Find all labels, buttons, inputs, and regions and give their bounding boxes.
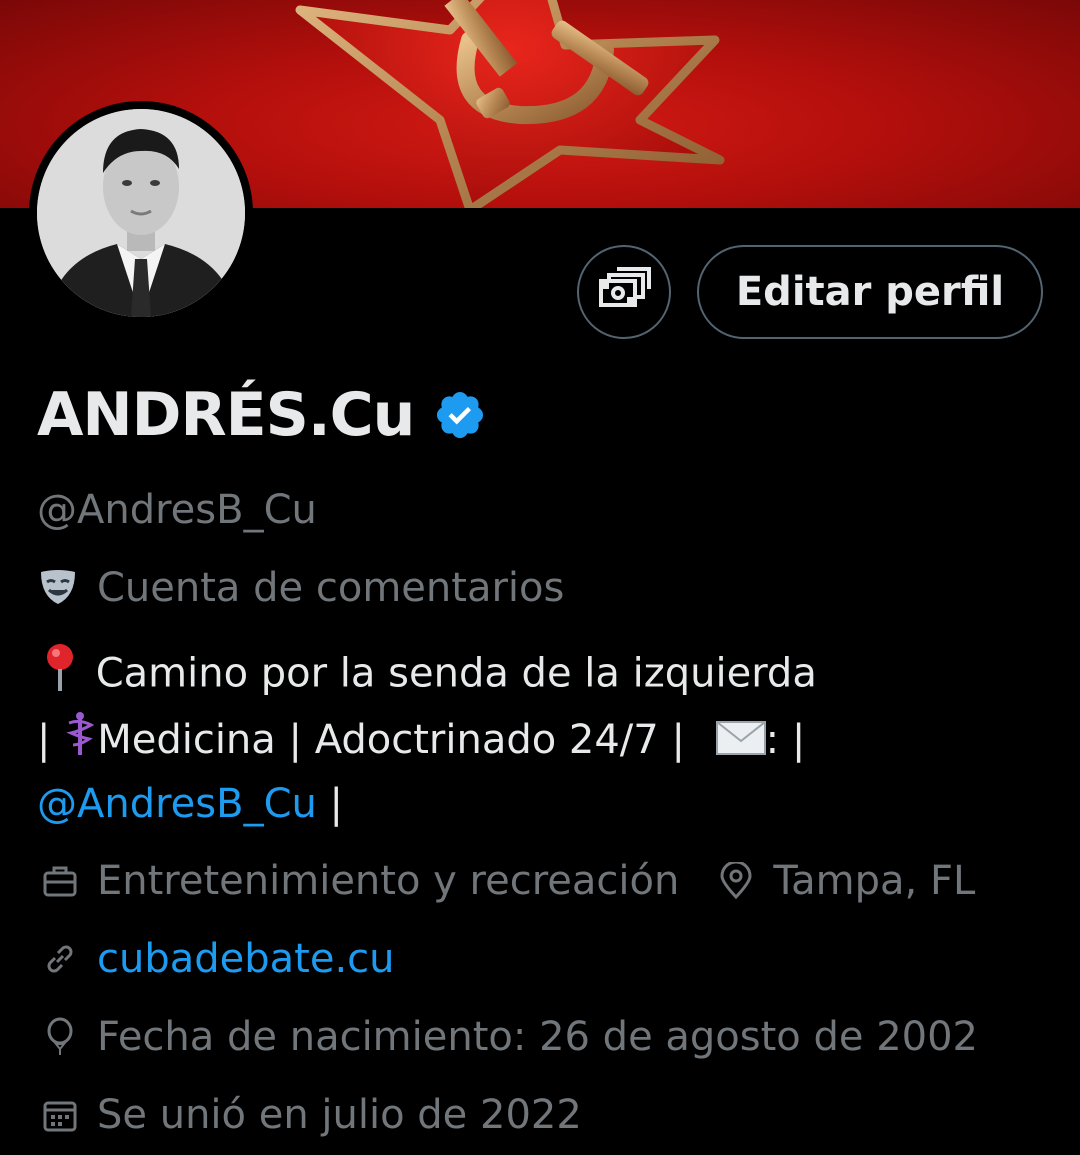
balloon-icon (37, 1014, 83, 1060)
avatar-photo (37, 109, 245, 317)
category-label: Cuenta de comentarios (97, 565, 565, 611)
profile-meta-birthdate: Fecha de nacimiento: 26 de agosto de 200… (37, 1014, 978, 1060)
bio-text-3: : | (765, 717, 806, 763)
profile-meta-joined: Se unió en julio de 2022 (37, 1092, 582, 1138)
money-icon (597, 267, 651, 317)
link-icon (37, 936, 83, 982)
bio-text-4: | (316, 780, 344, 827)
location-pin-icon (713, 858, 759, 904)
location-label: Tampa, FL (773, 858, 976, 904)
medical-symbol-icon (63, 711, 97, 774)
bio-mention-link[interactable]: @AndresB_Cu (37, 781, 317, 827)
bio-line-2: | Medicina | Adoctrinado 24/7 | : | (37, 710, 1047, 774)
profession-label: Entretenimiento y recreación (97, 858, 680, 904)
bio-text-1: Camino por la senda de la izquierda (95, 650, 817, 697)
profile-meta-website: cubadebate.cu (37, 936, 395, 982)
bio-line-1: Camino por la senda de la izquierda (37, 641, 1047, 710)
edit-profile-button[interactable]: Editar perfil (697, 245, 1043, 339)
calendar-icon (37, 1092, 83, 1138)
bio-line-3: @AndresB_Cu | (37, 774, 1047, 834)
birthdate-label: Fecha de nacimiento: 26 de agosto de 200… (97, 1014, 978, 1060)
envelope-icon (715, 712, 766, 772)
profile-bio: Camino por la senda de la izquierda | Me… (37, 641, 1047, 834)
tips-button[interactable] (577, 245, 671, 339)
briefcase-icon (37, 858, 83, 904)
avatar[interactable] (29, 101, 253, 325)
account-category: Cuenta de comentarios (37, 565, 564, 611)
website-link[interactable]: cubadebate.cu (97, 936, 395, 982)
bio-separator: | (37, 717, 51, 763)
pushpin-icon (37, 641, 83, 710)
display-name: ANDRÉS.Cu (37, 380, 415, 450)
joined-label: Se unió en julio de 2022 (97, 1092, 582, 1138)
performing-arts-icon (37, 568, 83, 608)
username-handle: @AndresB_Cu (37, 487, 317, 533)
profile-meta-profession: Entretenimiento y recreación Tampa, FL (37, 858, 975, 904)
verified-badge-icon[interactable] (433, 388, 487, 446)
bio-text-2: Medicina | Adoctrinado 24/7 | (97, 717, 685, 763)
